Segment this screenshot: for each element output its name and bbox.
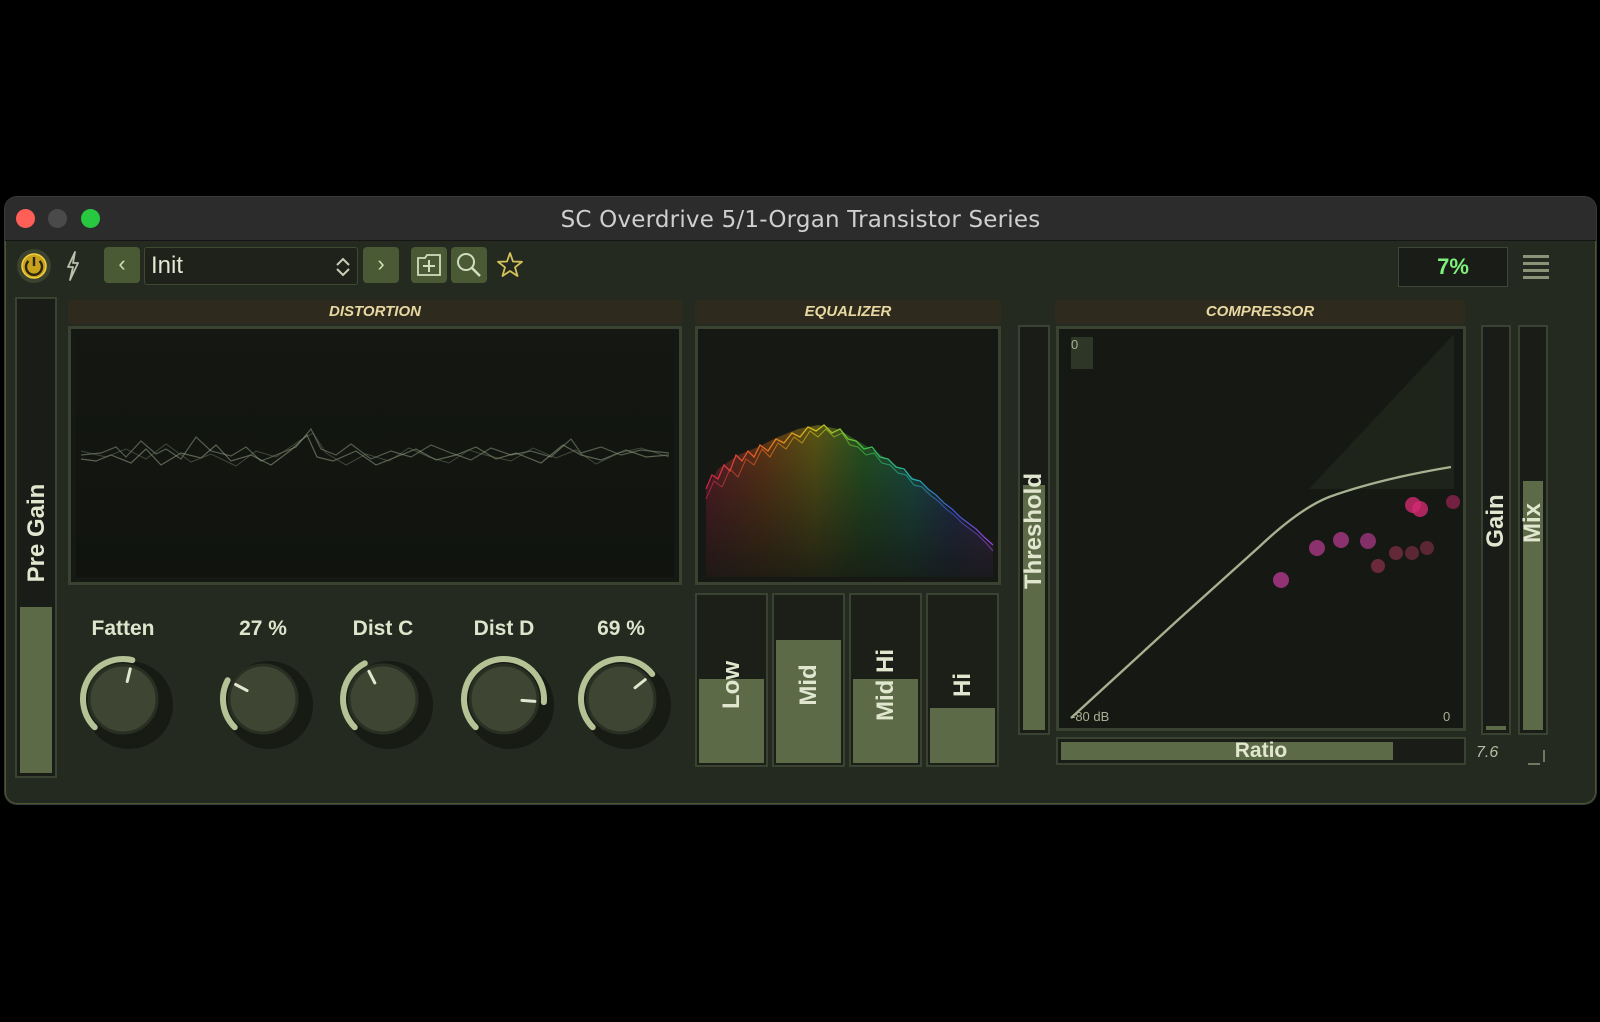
- favorite-button[interactable]: [492, 247, 528, 283]
- threshold-slider[interactable]: Threshold: [1018, 325, 1050, 735]
- distortion-knob[interactable]: 69 %: [561, 617, 681, 757]
- knob-label: Dist D: [473, 617, 535, 640]
- knob-dial: [461, 656, 554, 749]
- knob-dial: [220, 661, 313, 749]
- knob-dial: [340, 660, 433, 749]
- knob-label: Dist C: [352, 617, 414, 640]
- eq-band-slider[interactable]: Mid: [772, 593, 845, 767]
- knob-dial: [80, 656, 173, 749]
- graph-min-db-label: -80 dB: [1071, 709, 1110, 724]
- next-preset-button[interactable]: ›: [363, 247, 399, 283]
- ratio-label: Ratio: [1234, 739, 1288, 762]
- eq-band-label: Mid: [795, 664, 822, 706]
- graph-top-left-label: 0: [1071, 337, 1079, 352]
- threshold-label: Threshold: [1020, 473, 1047, 590]
- ratio-slider[interactable]: Ratio: [1056, 737, 1466, 765]
- menu-icon: [1523, 255, 1549, 279]
- compressor-header: COMPRESSOR: [1055, 300, 1465, 324]
- resize-corner-icon: [1528, 750, 1545, 765]
- spectrum-display: [703, 334, 994, 577]
- graph-bottom-right-label: 0: [1443, 709, 1451, 724]
- distortion-knob[interactable]: Fatten: [63, 617, 183, 757]
- compressor-graph[interactable]: 0 -80 dB 0: [1056, 326, 1466, 731]
- equalizer-header: EQUALIZER: [695, 300, 1001, 324]
- eq-band-slider[interactable]: Mid Hi: [849, 593, 922, 767]
- gain-slider[interactable]: Gain: [1481, 325, 1511, 735]
- equalizer-spectrum: [695, 326, 1001, 585]
- eq-band-slider[interactable]: Hi: [926, 593, 999, 767]
- window-title: SC Overdrive 5/1-Organ Transistor Series: [560, 207, 1041, 233]
- star-icon: [497, 252, 523, 277]
- gain-label: Gain: [1482, 494, 1509, 548]
- transfer-curve: [1059, 329, 1463, 728]
- gain-fill: [1486, 726, 1506, 730]
- distortion-waveform: [76, 334, 674, 577]
- knob-indicator: [520, 698, 537, 703]
- plugin-window: SC Overdrive 5/1-Organ Transistor Series…: [5, 197, 1596, 804]
- preset-name: Init: [151, 252, 184, 279]
- mix-label: Mix: [1519, 503, 1546, 544]
- add-preset-button[interactable]: [411, 247, 447, 283]
- menu-button[interactable]: [1521, 249, 1551, 283]
- title-bar[interactable]: SC Overdrive 5/1-Organ Transistor Series: [5, 197, 1596, 241]
- bolt-icon: [67, 251, 79, 281]
- add-preset-icon: [417, 254, 441, 276]
- eq-band-label: Mid Hi: [872, 649, 899, 721]
- distortion-header: DISTORTION: [68, 300, 682, 324]
- knob-dial: [578, 656, 671, 749]
- power-icon: [21, 253, 47, 279]
- search-presets-button[interactable]: [451, 247, 487, 283]
- resize-handle[interactable]: [1526, 746, 1546, 766]
- eq-band-label: Hi: [949, 673, 976, 697]
- ratio-value: 7.6: [1476, 744, 1499, 761]
- preset-updown-icon: [336, 257, 350, 277]
- mix-slider[interactable]: Mix: [1518, 325, 1548, 735]
- distortion-knob[interactable]: Dist C: [323, 617, 443, 757]
- distortion-scope: [68, 326, 682, 585]
- knob-label: 69 %: [597, 617, 645, 640]
- pre-gain-label: Pre Gain: [23, 483, 50, 583]
- distortion-knob[interactable]: Dist D: [444, 617, 564, 757]
- plugin-body: ‹ Init › 7% Pre Gain DISTORTION Fatten 2…: [5, 241, 1596, 804]
- previous-preset-button[interactable]: ‹: [104, 247, 140, 283]
- eq-band-label: Low: [718, 661, 745, 709]
- search-icon: [457, 253, 481, 277]
- bolt-button[interactable]: [62, 249, 84, 283]
- pre-gain-fill: [20, 607, 52, 773]
- eq-band-slider[interactable]: Low: [695, 593, 768, 767]
- knob-label: Fatten: [91, 617, 155, 640]
- distortion-knob[interactable]: 27 %: [203, 617, 323, 757]
- power-button[interactable]: [17, 249, 51, 283]
- cpu-meter: 7%: [1398, 247, 1508, 287]
- preset-selector[interactable]: Init: [144, 247, 358, 285]
- pre-gain-slider[interactable]: Pre Gain: [15, 297, 57, 778]
- knob-label: 27 %: [239, 617, 287, 640]
